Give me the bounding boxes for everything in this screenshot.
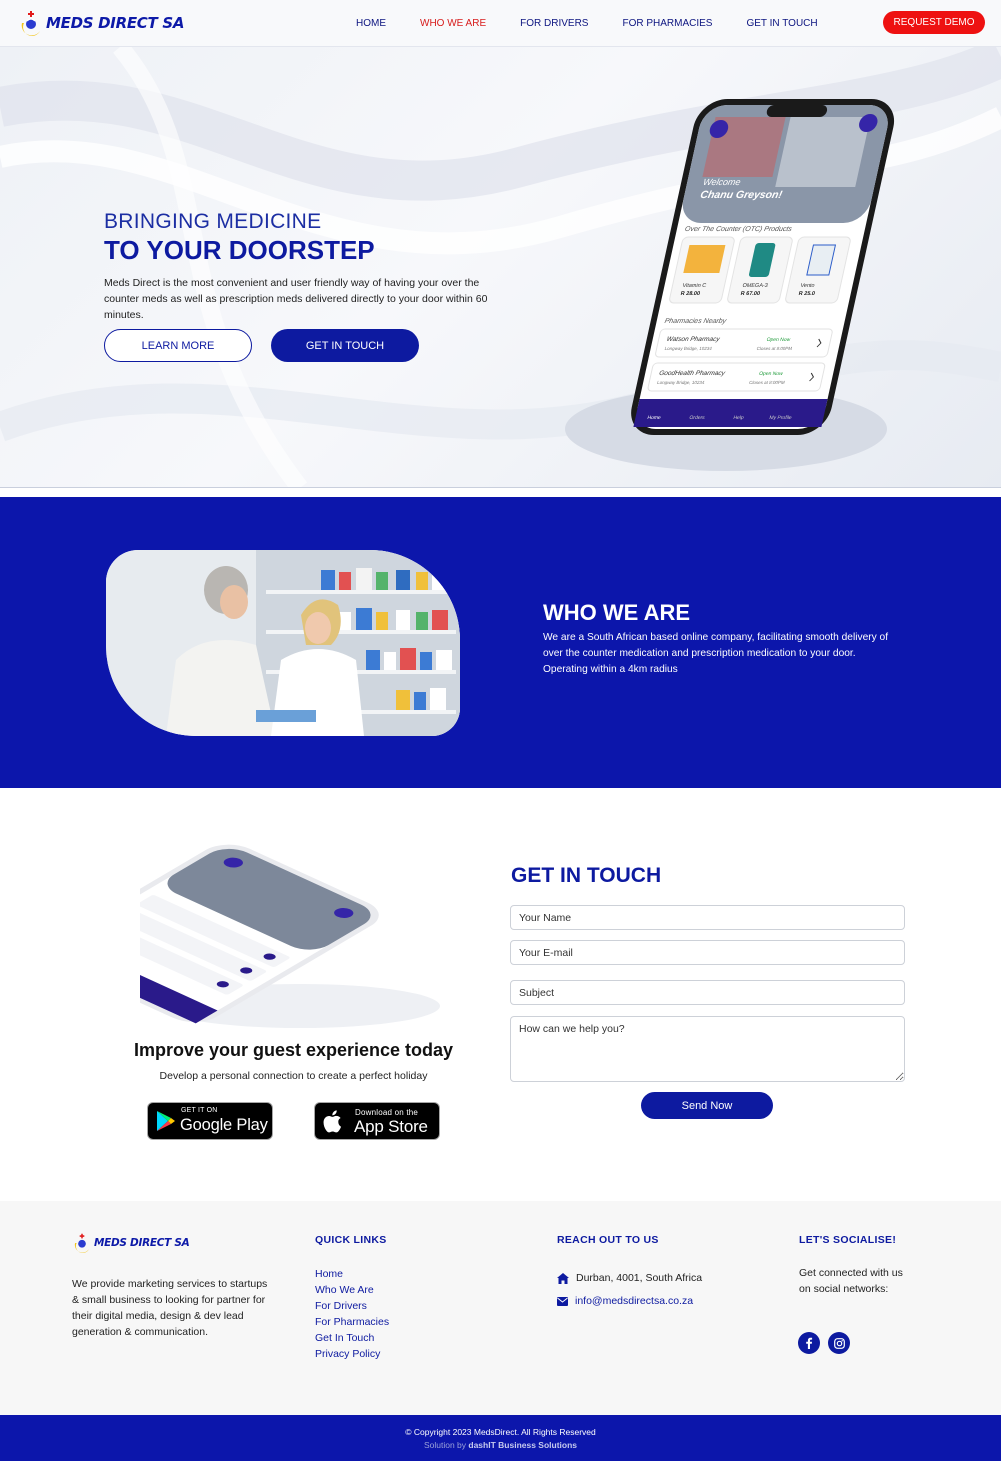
who-we-are-section: WHO WE ARE We are a South African based … bbox=[0, 497, 1001, 788]
hero-section: BRINGING MEDICINE TO YOUR DOORSTEP Meds … bbox=[0, 47, 1001, 488]
nav-menu: HOME WHO WE ARE FOR DRIVERS FOR PHARMACI… bbox=[356, 18, 852, 29]
phone-product-1: Vitamin C bbox=[682, 283, 707, 289]
pharmacy-scene-illustration bbox=[106, 550, 460, 736]
email-field[interactable] bbox=[510, 940, 905, 965]
facebook-glyph-icon bbox=[806, 1337, 813, 1349]
logo-mark-icon bbox=[21, 11, 40, 36]
who-we-are-title: WHO WE ARE bbox=[543, 600, 691, 625]
hero-subtitle: BRINGING MEDICINE bbox=[104, 210, 322, 233]
credit-prefix: Solution by bbox=[423, 1440, 467, 1450]
reach-out-title: REACH OUT TO US bbox=[557, 1234, 659, 1246]
subject-field[interactable] bbox=[510, 980, 905, 1005]
get-in-touch-section: Improve your guest experience today Deve… bbox=[0, 788, 1001, 1201]
hero-get-in-touch-button[interactable]: GET IN TOUCH bbox=[271, 329, 419, 362]
phone-pharmacy-1: Watson Pharmacy bbox=[666, 336, 721, 343]
phone-pharmacy-2: GoodHealth Pharmacy bbox=[658, 370, 726, 377]
phone-tab-home: Home bbox=[647, 415, 662, 421]
brand-name: MEDS DIRECT SA bbox=[46, 14, 185, 32]
google-play-small-text: GET IT ON bbox=[181, 1107, 218, 1114]
hero-title: TO YOUR DOORSTEP bbox=[104, 235, 375, 265]
top-navbar: MEDS DIRECT SA HOME WHO WE ARE FOR DRIVE… bbox=[0, 0, 1001, 47]
apple-icon bbox=[323, 1110, 342, 1133]
footer-link-home[interactable]: Home bbox=[315, 1266, 389, 1282]
nav-for-drivers[interactable]: FOR DRIVERS bbox=[520, 18, 588, 29]
phone-pharmacy-1-address: Longway Bridge, 10234 bbox=[664, 346, 713, 351]
footer-address-text: Durban, 4001, South Africa bbox=[576, 1272, 703, 1284]
credit-company-link[interactable]: dashIT Business Solutions bbox=[468, 1440, 577, 1450]
quick-links-title: QUICK LINKS bbox=[315, 1234, 387, 1246]
phone-pharmacy-1-closes: Closes at 8:00PM bbox=[756, 346, 793, 351]
socialise-title: LET'S SOCIALISE! bbox=[799, 1234, 897, 1246]
phone-pharmacies-heading: Pharmacies Nearby bbox=[664, 317, 728, 325]
app-store-small-text: Download on the bbox=[355, 1108, 419, 1117]
improve-experience-title: Improve your guest experience today bbox=[133, 1040, 454, 1060]
phone-price-2: R 67.00 bbox=[740, 291, 761, 297]
phone-welcome-text: Welcome bbox=[702, 177, 741, 187]
phone-tab-orders: Orders bbox=[689, 415, 706, 421]
copyright-bar: © Copyright 2023 MedsDirect. All Rights … bbox=[0, 1415, 1001, 1461]
nav-get-in-touch[interactable]: GET IN TOUCH bbox=[746, 18, 817, 29]
learn-more-button[interactable]: LEARN MORE bbox=[104, 329, 252, 362]
phone-price-3: R 25.0 bbox=[798, 291, 815, 297]
footer-link-get-in-touch[interactable]: Get In Touch bbox=[315, 1330, 389, 1346]
nav-for-pharmacies[interactable]: FOR PHARMACIES bbox=[622, 18, 712, 29]
social-description: Get connected with us on social networks… bbox=[799, 1267, 903, 1295]
footer-logo-mark-icon bbox=[74, 1233, 89, 1253]
footer-logo[interactable]: MEDS DIRECT SA bbox=[72, 1232, 190, 1254]
message-field[interactable] bbox=[510, 1016, 905, 1082]
who-we-are-description: We are a South African based online comp… bbox=[543, 632, 889, 675]
improve-experience-text: Develop a personal connection to create … bbox=[159, 1070, 428, 1082]
nav-who-we-are[interactable]: WHO WE ARE bbox=[420, 18, 486, 29]
phone-pharmacy-2-closes: Closes at 8:00PM bbox=[749, 380, 786, 385]
phone-tab-help: Help bbox=[733, 415, 745, 421]
footer-brand-name: MEDS DIRECT SA bbox=[94, 1237, 190, 1249]
credit-line: Solution by dashIT Business Solutions bbox=[0, 1440, 1001, 1450]
footer-about-text: We provide marketing services to startup… bbox=[72, 1278, 268, 1338]
request-demo-button[interactable]: REQUEST DEMO bbox=[883, 11, 985, 34]
phone-tab-profile: My Profile bbox=[769, 415, 793, 421]
phone-pharmacy-2-address: Longway Bridge, 10234 bbox=[657, 380, 706, 385]
footer-link-who-we-are[interactable]: Who We Are bbox=[315, 1282, 389, 1298]
instagram-glyph-icon bbox=[833, 1337, 845, 1349]
app-phone-mockup bbox=[140, 844, 440, 1028]
footer-link-for-pharmacies[interactable]: For Pharmacies bbox=[315, 1314, 389, 1330]
phone-price-1: R 28.00 bbox=[680, 291, 701, 297]
google-play-big-text: Google Play bbox=[180, 1116, 268, 1134]
phone-pharmacy-1-status: Open Now bbox=[766, 337, 791, 343]
footer: MEDS DIRECT SA We provide marketing serv… bbox=[0, 1201, 1001, 1415]
phone-product-2: OMEGA-3 bbox=[742, 283, 769, 289]
phone-user-name: Chanu Greyson! bbox=[699, 189, 784, 201]
footer-address: Durban, 4001, South Africa bbox=[557, 1272, 702, 1284]
phone-pharmacy-2-status: Open Now bbox=[758, 371, 783, 377]
footer-link-privacy-policy[interactable]: Privacy Policy bbox=[315, 1346, 389, 1362]
app-store-big-text: App Store bbox=[354, 1117, 428, 1136]
pharmacy-photo bbox=[106, 550, 460, 736]
hero-description: Meds Direct is the most convenient and u… bbox=[104, 277, 488, 321]
brand-logo[interactable]: MEDS DIRECT SA bbox=[18, 8, 184, 38]
phone-product-3: Vento bbox=[800, 283, 815, 289]
contact-form-title: GET IN TOUCH bbox=[511, 864, 662, 887]
send-now-button[interactable]: Send Now bbox=[641, 1092, 773, 1119]
home-icon bbox=[557, 1272, 569, 1284]
google-play-badge[interactable]: GET IT ON Google Play bbox=[147, 1102, 273, 1140]
nav-home[interactable]: HOME bbox=[356, 18, 386, 29]
footer-link-for-drivers[interactable]: For Drivers bbox=[315, 1298, 389, 1314]
google-play-icon bbox=[157, 1111, 175, 1131]
facebook-icon[interactable] bbox=[798, 1332, 820, 1354]
quick-links-list: Home Who We Are For Drivers For Pharmaci… bbox=[315, 1266, 389, 1362]
footer-email-link[interactable]: info@medsdirectsa.co.za bbox=[575, 1295, 693, 1307]
envelope-icon bbox=[557, 1296, 568, 1306]
hero-phone-mockup: Welcome Chanu Greyson! Over The Counter … bbox=[631, 99, 895, 435]
app-store-badge[interactable]: Download on the App Store bbox=[314, 1102, 440, 1140]
copyright-text: © Copyright 2023 MedsDirect. All Rights … bbox=[405, 1427, 596, 1437]
name-field[interactable] bbox=[510, 905, 905, 930]
phone-otc-heading: Over The Counter (OTC) Products bbox=[684, 225, 793, 233]
instagram-icon[interactable] bbox=[828, 1332, 850, 1354]
footer-email[interactable]: info@medsdirectsa.co.za bbox=[557, 1295, 693, 1307]
